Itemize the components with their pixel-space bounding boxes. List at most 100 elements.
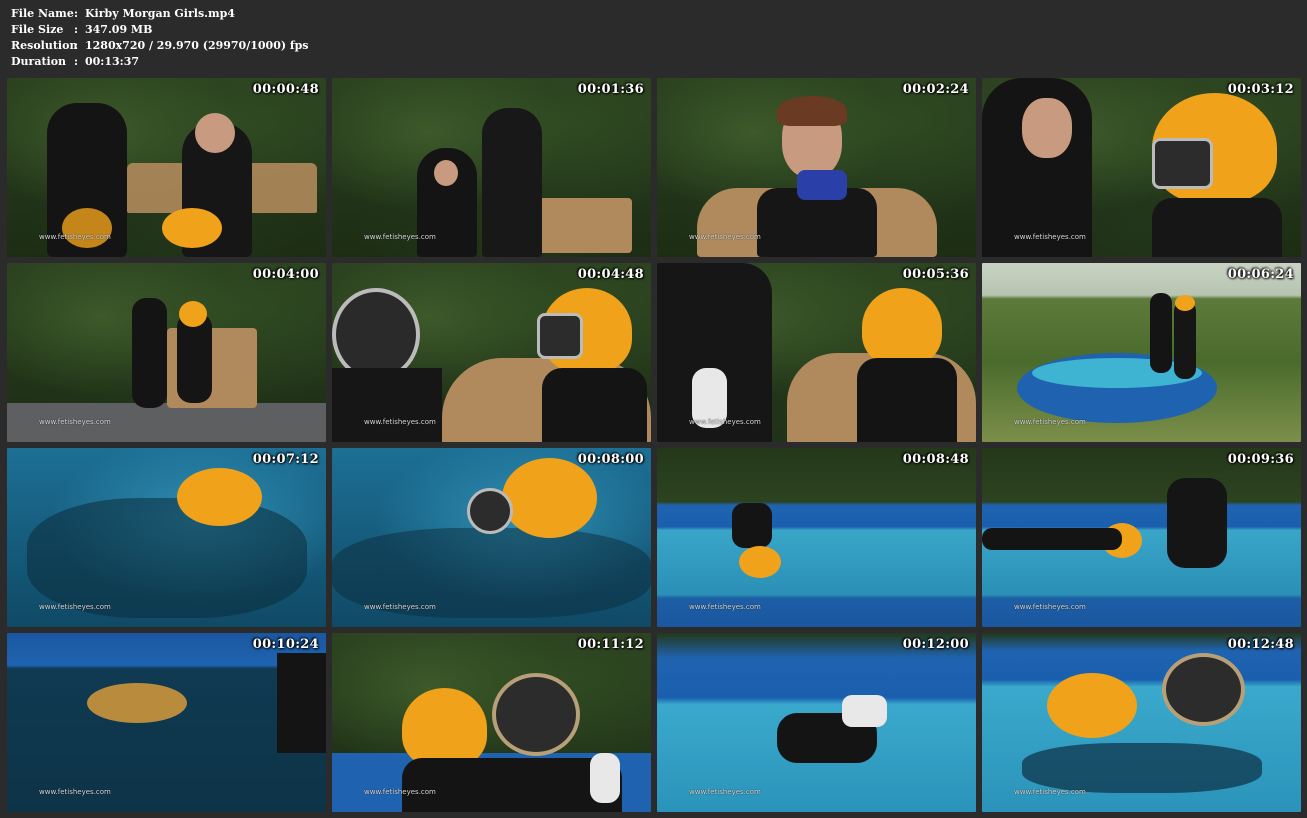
file-info-row-name: File Name : Kirby Morgan Girls.mp4 <box>11 6 309 22</box>
thumbnail-frame[interactable]: 00:00:48 www.fetisheyes.com <box>7 78 326 257</box>
thumbnail-timestamp: 00:09:36 <box>1227 452 1294 467</box>
watermark-text: www.fetisheyes.com <box>689 233 761 241</box>
thumbnail-timestamp: 00:07:12 <box>252 452 319 467</box>
diver-figure <box>402 758 622 812</box>
file-name-label: File Name <box>11 7 74 20</box>
resolution-label: Resolution <box>11 39 78 52</box>
thumbnail-timestamp: 00:04:00 <box>252 267 319 282</box>
separator: : <box>74 23 79 36</box>
thumbnail-frame[interactable]: 00:04:00 www.fetisheyes.com <box>7 263 326 442</box>
helmet-shape <box>62 208 112 248</box>
separator: : <box>74 7 79 20</box>
thumbnail-frame[interactable]: 00:03:12 www.fetisheyes.com <box>982 78 1301 257</box>
thumbnail-frame[interactable]: 00:06:24 www.fetisheyes.com <box>982 263 1301 442</box>
duration-value: 00:13:37 <box>85 55 140 68</box>
watermark-text: www.fetisheyes.com <box>1014 603 1086 611</box>
watermark-text: www.fetisheyes.com <box>364 788 436 796</box>
diver-figure <box>482 108 542 257</box>
watermark-text: www.fetisheyes.com <box>39 788 111 796</box>
diver-figure <box>542 368 647 442</box>
neck-dam-shape <box>797 170 847 200</box>
thumbnail-frame[interactable]: 00:01:36 www.fetisheyes.com <box>332 78 651 257</box>
diver-figure <box>332 368 442 442</box>
watermark-text: www.fetisheyes.com <box>364 233 436 241</box>
thumbnail-frame[interactable]: 00:07:12 www.fetisheyes.com <box>7 448 326 627</box>
diver-figure <box>1167 478 1227 568</box>
helmet-shape <box>492 673 580 756</box>
thumbnail-frame[interactable]: 00:12:48 www.fetisheyes.com <box>982 633 1301 812</box>
thumbnail-timestamp: 00:12:00 <box>902 637 969 652</box>
faceplate-shape <box>537 313 583 359</box>
watermark-text: www.fetisheyes.com <box>39 418 111 426</box>
watermark-text: www.fetisheyes.com <box>39 603 111 611</box>
helmet-shape <box>177 468 262 526</box>
diver-figure <box>732 503 772 548</box>
thumbnail-timestamp: 00:08:48 <box>902 452 969 467</box>
helmet-shape <box>162 208 222 248</box>
faceplate-shape <box>1152 138 1213 189</box>
helmet-shape <box>502 458 597 538</box>
file-info-row-resolution: Resolution : 1280x720 / 29.970 (29970/10… <box>11 38 309 54</box>
watermark-text: www.fetisheyes.com <box>689 788 761 796</box>
thumbnail-frame[interactable]: 00:05:36 www.fetisheyes.com <box>657 263 976 442</box>
duration-label: Duration <box>11 55 67 68</box>
watermark-text: www.fetisheyes.com <box>689 418 761 426</box>
thumbnail-grid: 00:00:48 www.fetisheyes.com 00:01:36 www… <box>7 78 1301 812</box>
thumbnail-frame[interactable]: 00:02:24 www.fetisheyes.com <box>657 78 976 257</box>
diver-figure <box>132 298 167 408</box>
file-info-panel: File Name : Kirby Morgan Girls.mp4 File … <box>11 6 309 70</box>
helmet-shape <box>1162 653 1245 726</box>
watermark-text: www.fetisheyes.com <box>364 603 436 611</box>
thumbnail-timestamp: 00:00:48 <box>252 82 319 97</box>
faceplate-shape <box>467 488 513 534</box>
diver-figure <box>1150 293 1172 373</box>
helmet-shape <box>862 288 942 366</box>
tank-shape <box>842 695 887 727</box>
diver-figure <box>982 528 1122 550</box>
tank-shape <box>590 753 620 803</box>
diver-figure <box>1152 198 1282 257</box>
separator: : <box>74 55 79 68</box>
file-size-label: File Size <box>11 23 64 36</box>
face-shape <box>1022 98 1072 158</box>
thumbnail-timestamp: 00:01:36 <box>577 82 644 97</box>
file-name-value: Kirby Morgan Girls.mp4 <box>85 7 235 20</box>
thumbnail-timestamp: 00:10:24 <box>252 637 319 652</box>
thumbnail-timestamp: 00:06:24 <box>1227 267 1294 282</box>
diver-figure <box>27 498 307 618</box>
helmet-shape <box>1047 673 1137 738</box>
thumbnail-frame[interactable]: 00:10:24 www.fetisheyes.com <box>7 633 326 812</box>
thumbnail-timestamp: 00:11:12 <box>577 637 644 652</box>
diver-figure <box>1022 743 1262 793</box>
watermark-text: www.fetisheyes.com <box>39 233 111 241</box>
watermark-text: www.fetisheyes.com <box>364 418 436 426</box>
helmet-shape <box>1175 295 1195 311</box>
face-shape <box>195 113 235 153</box>
thumbnail-timestamp: 00:08:00 <box>577 452 644 467</box>
hair-shape <box>777 96 847 126</box>
watermark-text: www.fetisheyes.com <box>1014 233 1086 241</box>
helmet-shape <box>179 301 207 327</box>
resolution-value: 1280x720 / 29.970 (29970/1000) fps <box>85 39 309 52</box>
thumbnail-timestamp: 00:04:48 <box>577 267 644 282</box>
helmet-shape <box>87 683 187 723</box>
thumbnail-frame[interactable]: 00:04:48 www.fetisheyes.com <box>332 263 651 442</box>
thumbnail-frame[interactable]: 00:09:36 www.fetisheyes.com <box>982 448 1301 627</box>
file-size-value: 347.09 MB <box>85 23 153 36</box>
file-info-row-size: File Size : 347.09 MB <box>11 22 309 38</box>
thumbnail-timestamp: 00:02:24 <box>902 82 969 97</box>
diver-figure <box>277 653 326 753</box>
file-info-row-duration: Duration : 00:13:37 <box>11 54 309 70</box>
diver-figure <box>857 358 957 442</box>
thumbnail-frame[interactable]: 00:12:00 www.fetisheyes.com <box>657 633 976 812</box>
thumbnail-frame[interactable]: 00:08:48 www.fetisheyes.com <box>657 448 976 627</box>
thumbnail-timestamp: 00:12:48 <box>1227 637 1294 652</box>
watermark-text: www.fetisheyes.com <box>689 603 761 611</box>
watermark-text: www.fetisheyes.com <box>1014 418 1086 426</box>
diver-figure <box>1174 301 1196 379</box>
helmet-shape <box>402 688 487 768</box>
thumbnail-frame[interactable]: 00:08:00 www.fetisheyes.com <box>332 448 651 627</box>
face-shape <box>434 160 458 186</box>
thumbnail-timestamp: 00:05:36 <box>902 267 969 282</box>
thumbnail-frame[interactable]: 00:11:12 www.fetisheyes.com <box>332 633 651 812</box>
